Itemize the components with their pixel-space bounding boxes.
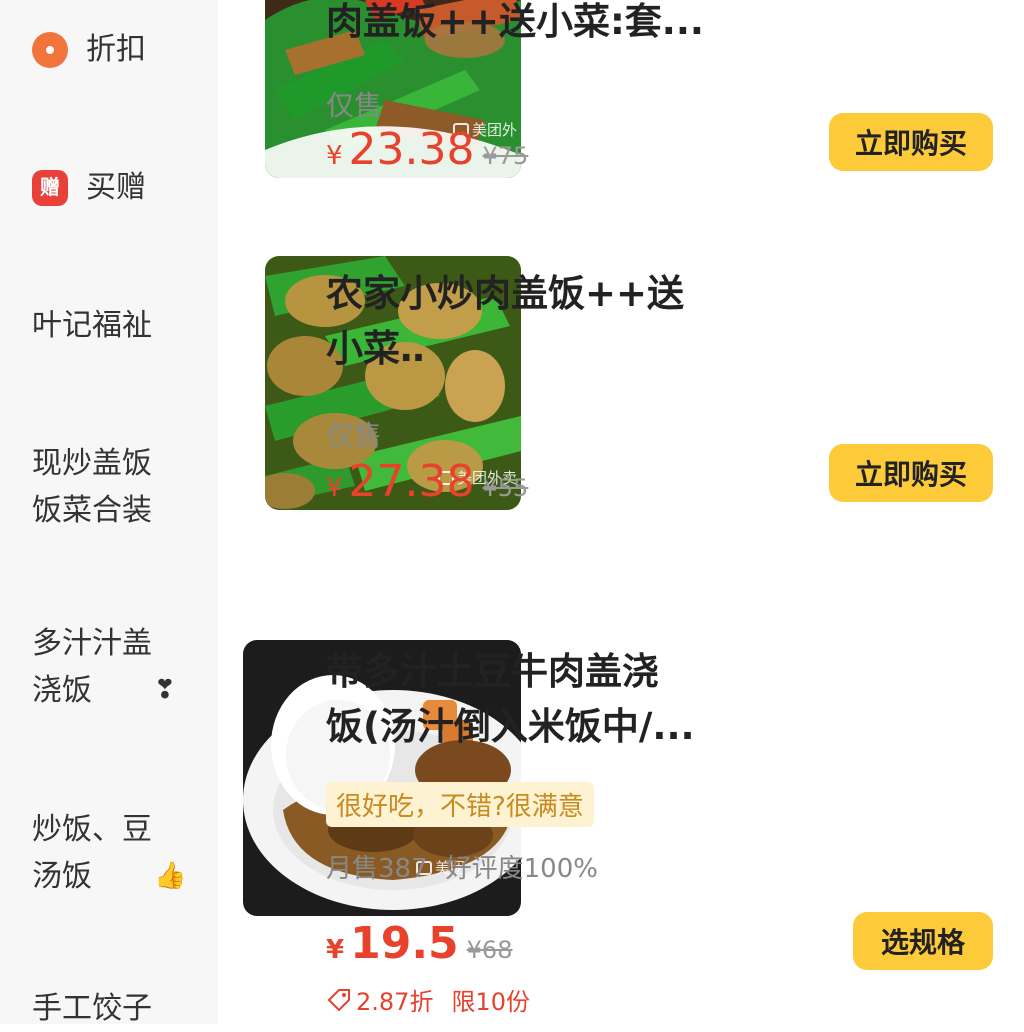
category-label: 叶记福祉 xyxy=(32,308,152,343)
heart-exclamation-icon: ❣ xyxy=(154,675,176,705)
price: 23.38 xyxy=(348,124,475,175)
currency-symbol: ¥ xyxy=(326,935,345,965)
category-label: 现炒盖饭 饭菜合装 xyxy=(32,446,152,528)
discount-rate: 2.87折 xyxy=(356,988,434,1016)
category-sidebar: 折扣 赠 买赠 叶记福祉 现炒盖饭 饭菜合装 多汁汁盖 浇饭 ❣ 炒饭、豆 汤饭 👍… xyxy=(0,0,218,1026)
select-spec-button[interactable]: 选规格 xyxy=(853,912,993,970)
currency-symbol: ¥ xyxy=(326,141,343,171)
category-label: 炒饭、豆 汤饭 xyxy=(32,812,152,894)
discount-tag-icon xyxy=(32,31,68,68)
original-price: ¥55 xyxy=(482,474,529,502)
category-stir-fry-rice[interactable]: 现炒盖饭 饭菜合装 xyxy=(32,440,192,534)
thumbs-up-icon: 👍 xyxy=(154,861,187,891)
category-juicy-rice[interactable]: 多汁汁盖 浇饭 ❣ xyxy=(32,620,192,714)
buy-now-button[interactable]: 立即购买 xyxy=(829,444,993,502)
category-label: 多汁汁盖 浇饭 xyxy=(32,626,152,708)
product-title: 农家小炒肉盖饭++送 小菜‥ xyxy=(326,272,685,370)
category-fried-rice[interactable]: 炒饭、豆 汤饭 👍 xyxy=(32,806,192,900)
currency-symbol: ¥ xyxy=(326,473,343,503)
promo-row: 2.87折 限10份 xyxy=(326,982,530,1017)
purchase-limit: 限10份 xyxy=(451,988,530,1016)
category-label: 手工饺子 xyxy=(32,991,152,1026)
price: 27.38 xyxy=(348,456,475,507)
monthly-sales: 月售387 xyxy=(326,854,428,884)
original-price: ¥68 xyxy=(466,936,513,964)
buy-now-button[interactable]: 立即购买 xyxy=(829,113,993,171)
original-price: ¥75 xyxy=(482,142,529,170)
sold-label: 仅售 xyxy=(326,419,383,452)
category-label: 折扣 xyxy=(86,32,146,67)
price: 19.5 xyxy=(350,918,459,969)
rating: 好评度100% xyxy=(445,854,598,884)
gift-badge-icon: 赠 xyxy=(32,169,68,206)
discount-tag-icon xyxy=(327,988,350,1011)
category-buy-gift[interactable]: 赠 买赠 xyxy=(32,164,192,211)
price-row: ¥ 27.38 ¥55 xyxy=(326,456,528,507)
product-title: 肉盖饭++送小菜:套... xyxy=(326,0,704,43)
price-row: ¥ 23.38 ¥75 xyxy=(326,124,528,175)
product-title: 带多汁土豆牛肉盖浇 饭(汤汁倒入米饭中/... xyxy=(326,650,695,748)
category-discount[interactable]: 折扣 xyxy=(32,26,192,73)
sold-label: 仅售 xyxy=(326,89,383,122)
review-tag: 很好吃，不错?很满意 xyxy=(326,782,594,827)
category-label: 买赠 xyxy=(86,170,146,205)
category-dumplings[interactable]: 手工饺子 xyxy=(32,985,192,1032)
price-row: ¥ 19.5 ¥68 xyxy=(326,918,512,969)
category-yeji[interactable]: 叶记福祉 xyxy=(32,302,192,349)
sales-stats: 月售387 好评度100% xyxy=(326,848,598,885)
